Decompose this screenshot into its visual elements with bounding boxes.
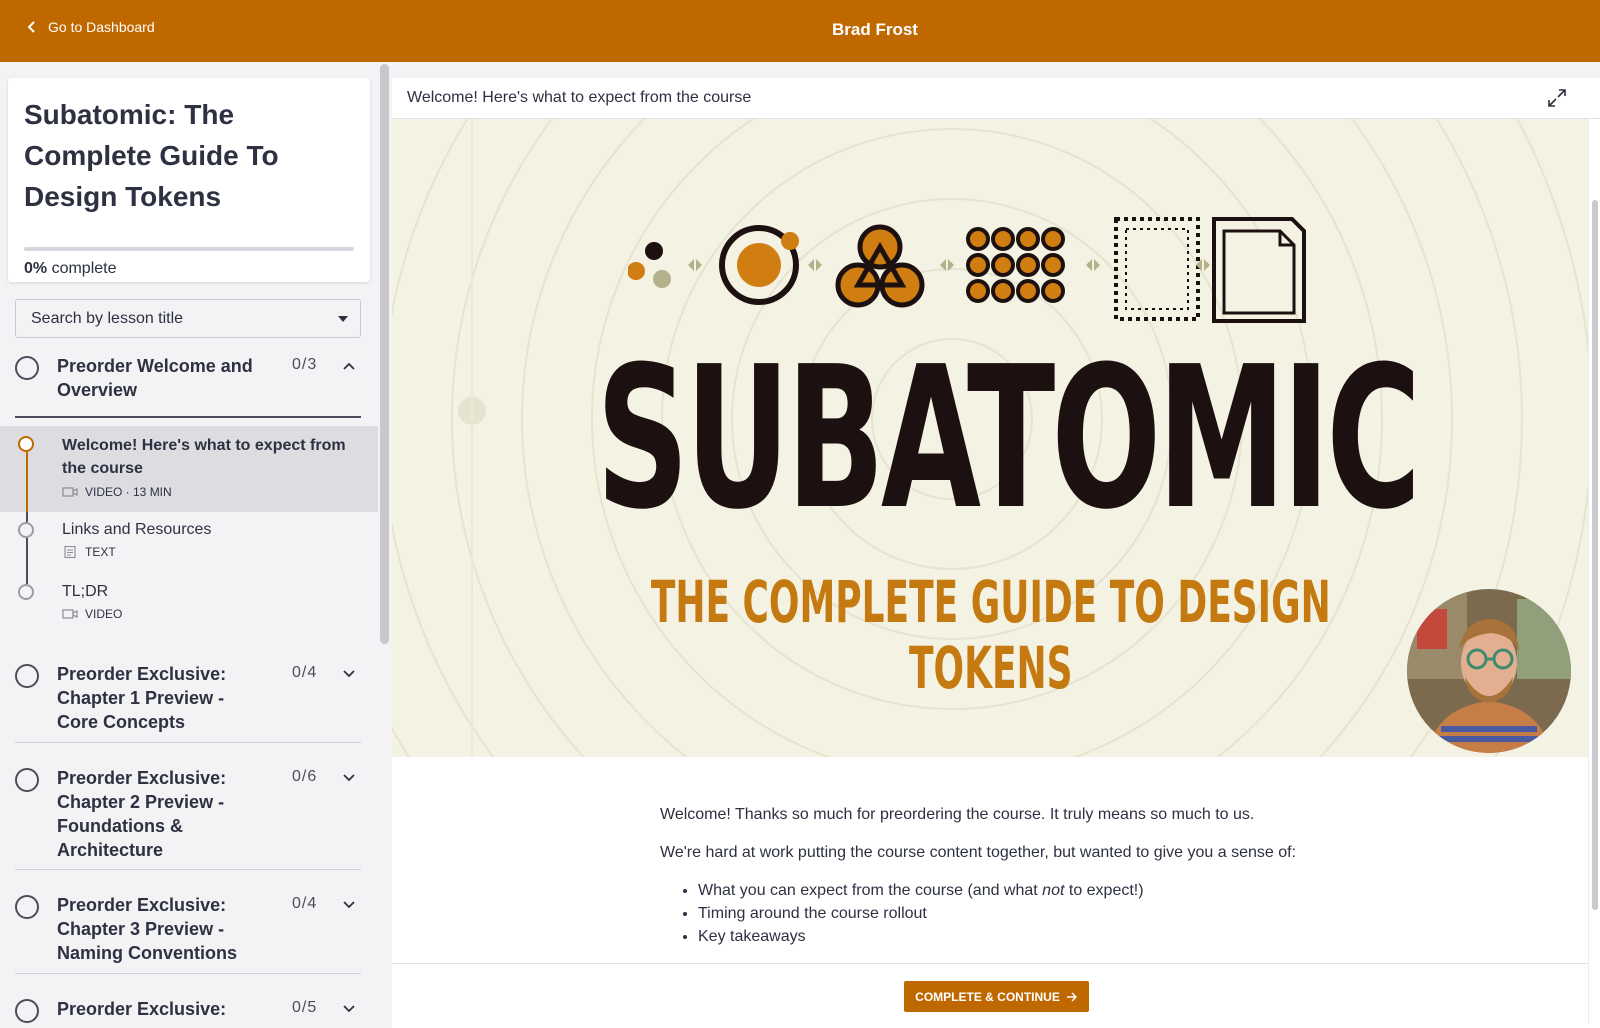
lesson-item-welcome[interactable]: Welcome! Here's what to expect from the … — [0, 426, 378, 512]
chapter-status-circle-icon — [15, 895, 39, 919]
lesson-meta: VIDEO · 13 MIN — [62, 485, 172, 499]
lesson-header-title: Welcome! Here's what to expect from the … — [407, 89, 752, 106]
chapter-divider — [15, 869, 361, 870]
lesson-status-circle-icon — [18, 584, 34, 600]
content-scrollbar-thumb[interactable] — [1592, 200, 1598, 910]
lesson-type: VIDEO — [85, 607, 123, 621]
lesson-search-placeholder: Search by lesson title — [31, 310, 184, 327]
video-icon — [62, 609, 78, 619]
article-paragraph: Welcome! Thanks so much for preordering … — [660, 806, 1255, 823]
expand-icon[interactable] — [1548, 89, 1566, 107]
chapter-divider — [15, 416, 361, 418]
chapter-preorder-welcome[interactable]: Preorder Welcome and Overview 0/3 — [15, 354, 361, 404]
chapter-status-circle-icon — [15, 356, 39, 380]
chapter-preview-3[interactable]: Preorder Exclusive: Chapter 3 Preview - … — [15, 893, 361, 969]
lesson-type: VIDEO · 13 MIN — [85, 485, 172, 499]
lesson-search-select[interactable]: Search by lesson title — [15, 299, 361, 338]
chevron-down-icon[interactable] — [343, 1005, 355, 1013]
lesson-meta: VIDEO — [62, 607, 122, 621]
chapter-status-circle-icon — [15, 664, 39, 688]
lesson-connector — [26, 538, 28, 574]
lesson-header: Welcome! Here's what to expect from the … — [392, 78, 1600, 119]
progress-value: 0% — [24, 260, 48, 277]
chapter-title: Preorder Exclusive: Chapter 2 Preview - … — [57, 768, 227, 860]
chapter-title: Preorder Welcome and Overview — [57, 356, 253, 400]
progress-suffix: complete — [47, 260, 117, 277]
chapter-title: Preorder Exclusive: — [57, 999, 227, 1019]
chevron-down-icon[interactable] — [343, 670, 355, 678]
lesson-item-tldr[interactable]: TL;DR VIDEO — [0, 574, 378, 644]
bullet-text: What you can expect from the course (and… — [698, 882, 1043, 899]
course-sidebar: Subatomic: The Complete Guide To Design … — [0, 62, 378, 1028]
complete-and-continue-label: COMPLETE & CONTINUE — [915, 989, 1060, 1004]
lesson-status-circle-icon — [18, 522, 34, 538]
go-to-dashboard-link[interactable]: Go to Dashboard — [26, 19, 155, 35]
go-to-dashboard-label: Go to Dashboard — [48, 19, 155, 35]
sidebar-scrollbar[interactable] — [380, 64, 389, 644]
chevron-left-icon — [27, 21, 35, 33]
text-doc-icon — [64, 546, 76, 558]
complete-and-continue-button[interactable]: COMPLETE & CONTINUE — [904, 981, 1089, 1012]
course-card: Subatomic: The Complete Guide To Design … — [8, 78, 370, 282]
lesson-connector — [26, 574, 28, 584]
lesson-meta: TEXT — [62, 545, 116, 559]
chapter-progress-count: 0/3 — [292, 356, 318, 373]
video-icon — [62, 487, 78, 497]
instructor-name: Brad Frost — [832, 20, 918, 39]
lesson-main: Welcome! Here's what to expect from the … — [392, 78, 1600, 1028]
chapter-title: Preorder Exclusive: Chapter 1 Preview - … — [57, 664, 227, 732]
presenter-webcam-avatar — [1407, 589, 1571, 753]
chapter-status-circle-icon — [15, 768, 39, 792]
lesson-connector — [26, 512, 28, 522]
chapter-preview-4[interactable]: Preorder Exclusive: 0/5 — [15, 997, 361, 1027]
chevron-up-icon[interactable] — [343, 362, 355, 370]
caret-down-icon — [338, 316, 348, 322]
content-scrollbar[interactable] — [1588, 120, 1600, 1024]
lesson-status-circle-icon — [18, 436, 34, 452]
lesson-connector — [26, 452, 28, 512]
chapter-title: Preorder Exclusive: Chapter 3 Preview - … — [57, 895, 238, 963]
article-paragraph: We're hard at work putting the course co… — [660, 844, 1297, 861]
bullet-text: to expect!) — [1064, 882, 1144, 899]
chapter-progress-count: 0/4 — [292, 664, 318, 681]
article-bullet: Key takeaways — [698, 925, 1320, 948]
lesson-title: Welcome! Here's what to expect from the … — [62, 437, 346, 477]
chevron-down-icon[interactable] — [343, 774, 355, 782]
chapter-progress-count: 0/6 — [292, 768, 318, 785]
chapter-preview-2[interactable]: Preorder Exclusive: Chapter 2 Preview - … — [15, 766, 361, 862]
chapter-divider — [15, 973, 361, 974]
article-bullet: What you can expect from the course (and… — [698, 879, 1320, 902]
video-brand-title: SUBATOMIC — [596, 325, 1421, 553]
lesson-title: Links and Resources — [62, 521, 212, 538]
arrow-right-icon — [1066, 992, 1077, 1001]
bullet-emphasis: not — [1042, 882, 1065, 899]
atomic-elements-graphic — [628, 217, 1306, 323]
lesson-title: TL;DR — [62, 583, 109, 600]
chapter-preview-1[interactable]: Preorder Exclusive: Chapter 1 Preview - … — [15, 662, 361, 738]
video-player[interactable]: SUBATOMIC THE COMPLETE GUIDE TO DESIGN T… — [392, 119, 1588, 757]
lesson-article: Welcome! Thanks so much for preordering … — [660, 803, 1320, 948]
chevron-down-icon[interactable] — [343, 901, 355, 909]
video-brand-subtitle: THE COMPLETE GUIDE TO DESIGN TOKENS — [650, 568, 1331, 702]
progress-text: 0% complete — [24, 260, 117, 278]
course-title: Subatomic: The Complete Guide To Design … — [24, 99, 279, 212]
article-bullet: Timing around the course rollout — [698, 902, 1320, 925]
progress-bar — [24, 247, 354, 251]
article-bullet-list: What you can expect from the course (and… — [698, 879, 1320, 948]
chapter-progress-count: 0/4 — [292, 895, 318, 912]
top-bar: Go to Dashboard Brad Frost — [0, 0, 1600, 62]
chapter-divider — [15, 742, 361, 743]
chapter-status-circle-icon — [15, 999, 39, 1023]
lesson-footer: COMPLETE & CONTINUE — [392, 963, 1588, 1028]
lesson-item-links[interactable]: Links and Resources TEXT — [0, 512, 378, 574]
chapter-progress-count: 0/5 — [292, 999, 318, 1016]
lesson-type: TEXT — [85, 545, 116, 559]
